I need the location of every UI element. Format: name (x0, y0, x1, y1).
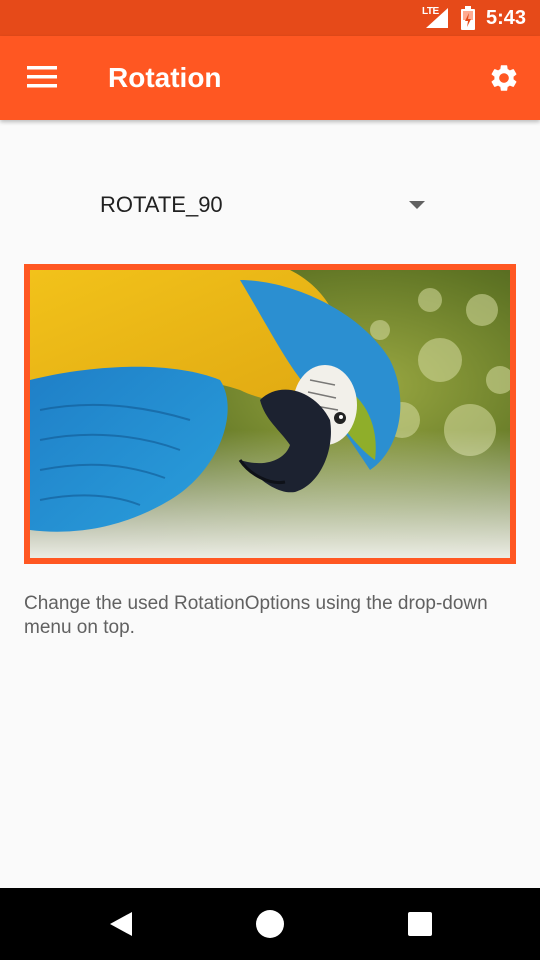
rotation-options-dropdown[interactable]: ROTATE_90 (84, 176, 444, 234)
recents-icon[interactable] (408, 912, 432, 936)
dropdown-arrow-icon (409, 201, 425, 209)
navigation-bar (0, 888, 540, 960)
page-title: Rotation (108, 62, 222, 93)
status-bar: LTE 5:43 (0, 0, 540, 36)
rotated-image-frame (24, 264, 516, 564)
dropdown-selected-value: ROTATE_90 (100, 192, 223, 217)
menu-button[interactable] (14, 50, 70, 106)
menu-icon (27, 66, 57, 88)
macaw-parrot-photo (30, 270, 510, 558)
back-icon[interactable] (104, 910, 136, 938)
app-bar: Rotation (0, 36, 540, 120)
instruction-text: Change the used RotationOptions using th… (24, 593, 488, 638)
signal-icon (426, 8, 448, 28)
home-icon[interactable] (256, 910, 284, 938)
clock: 5:43 (486, 7, 527, 29)
settings-button[interactable] (478, 52, 530, 104)
gear-icon (491, 65, 517, 91)
battery-charging-icon (461, 6, 475, 30)
